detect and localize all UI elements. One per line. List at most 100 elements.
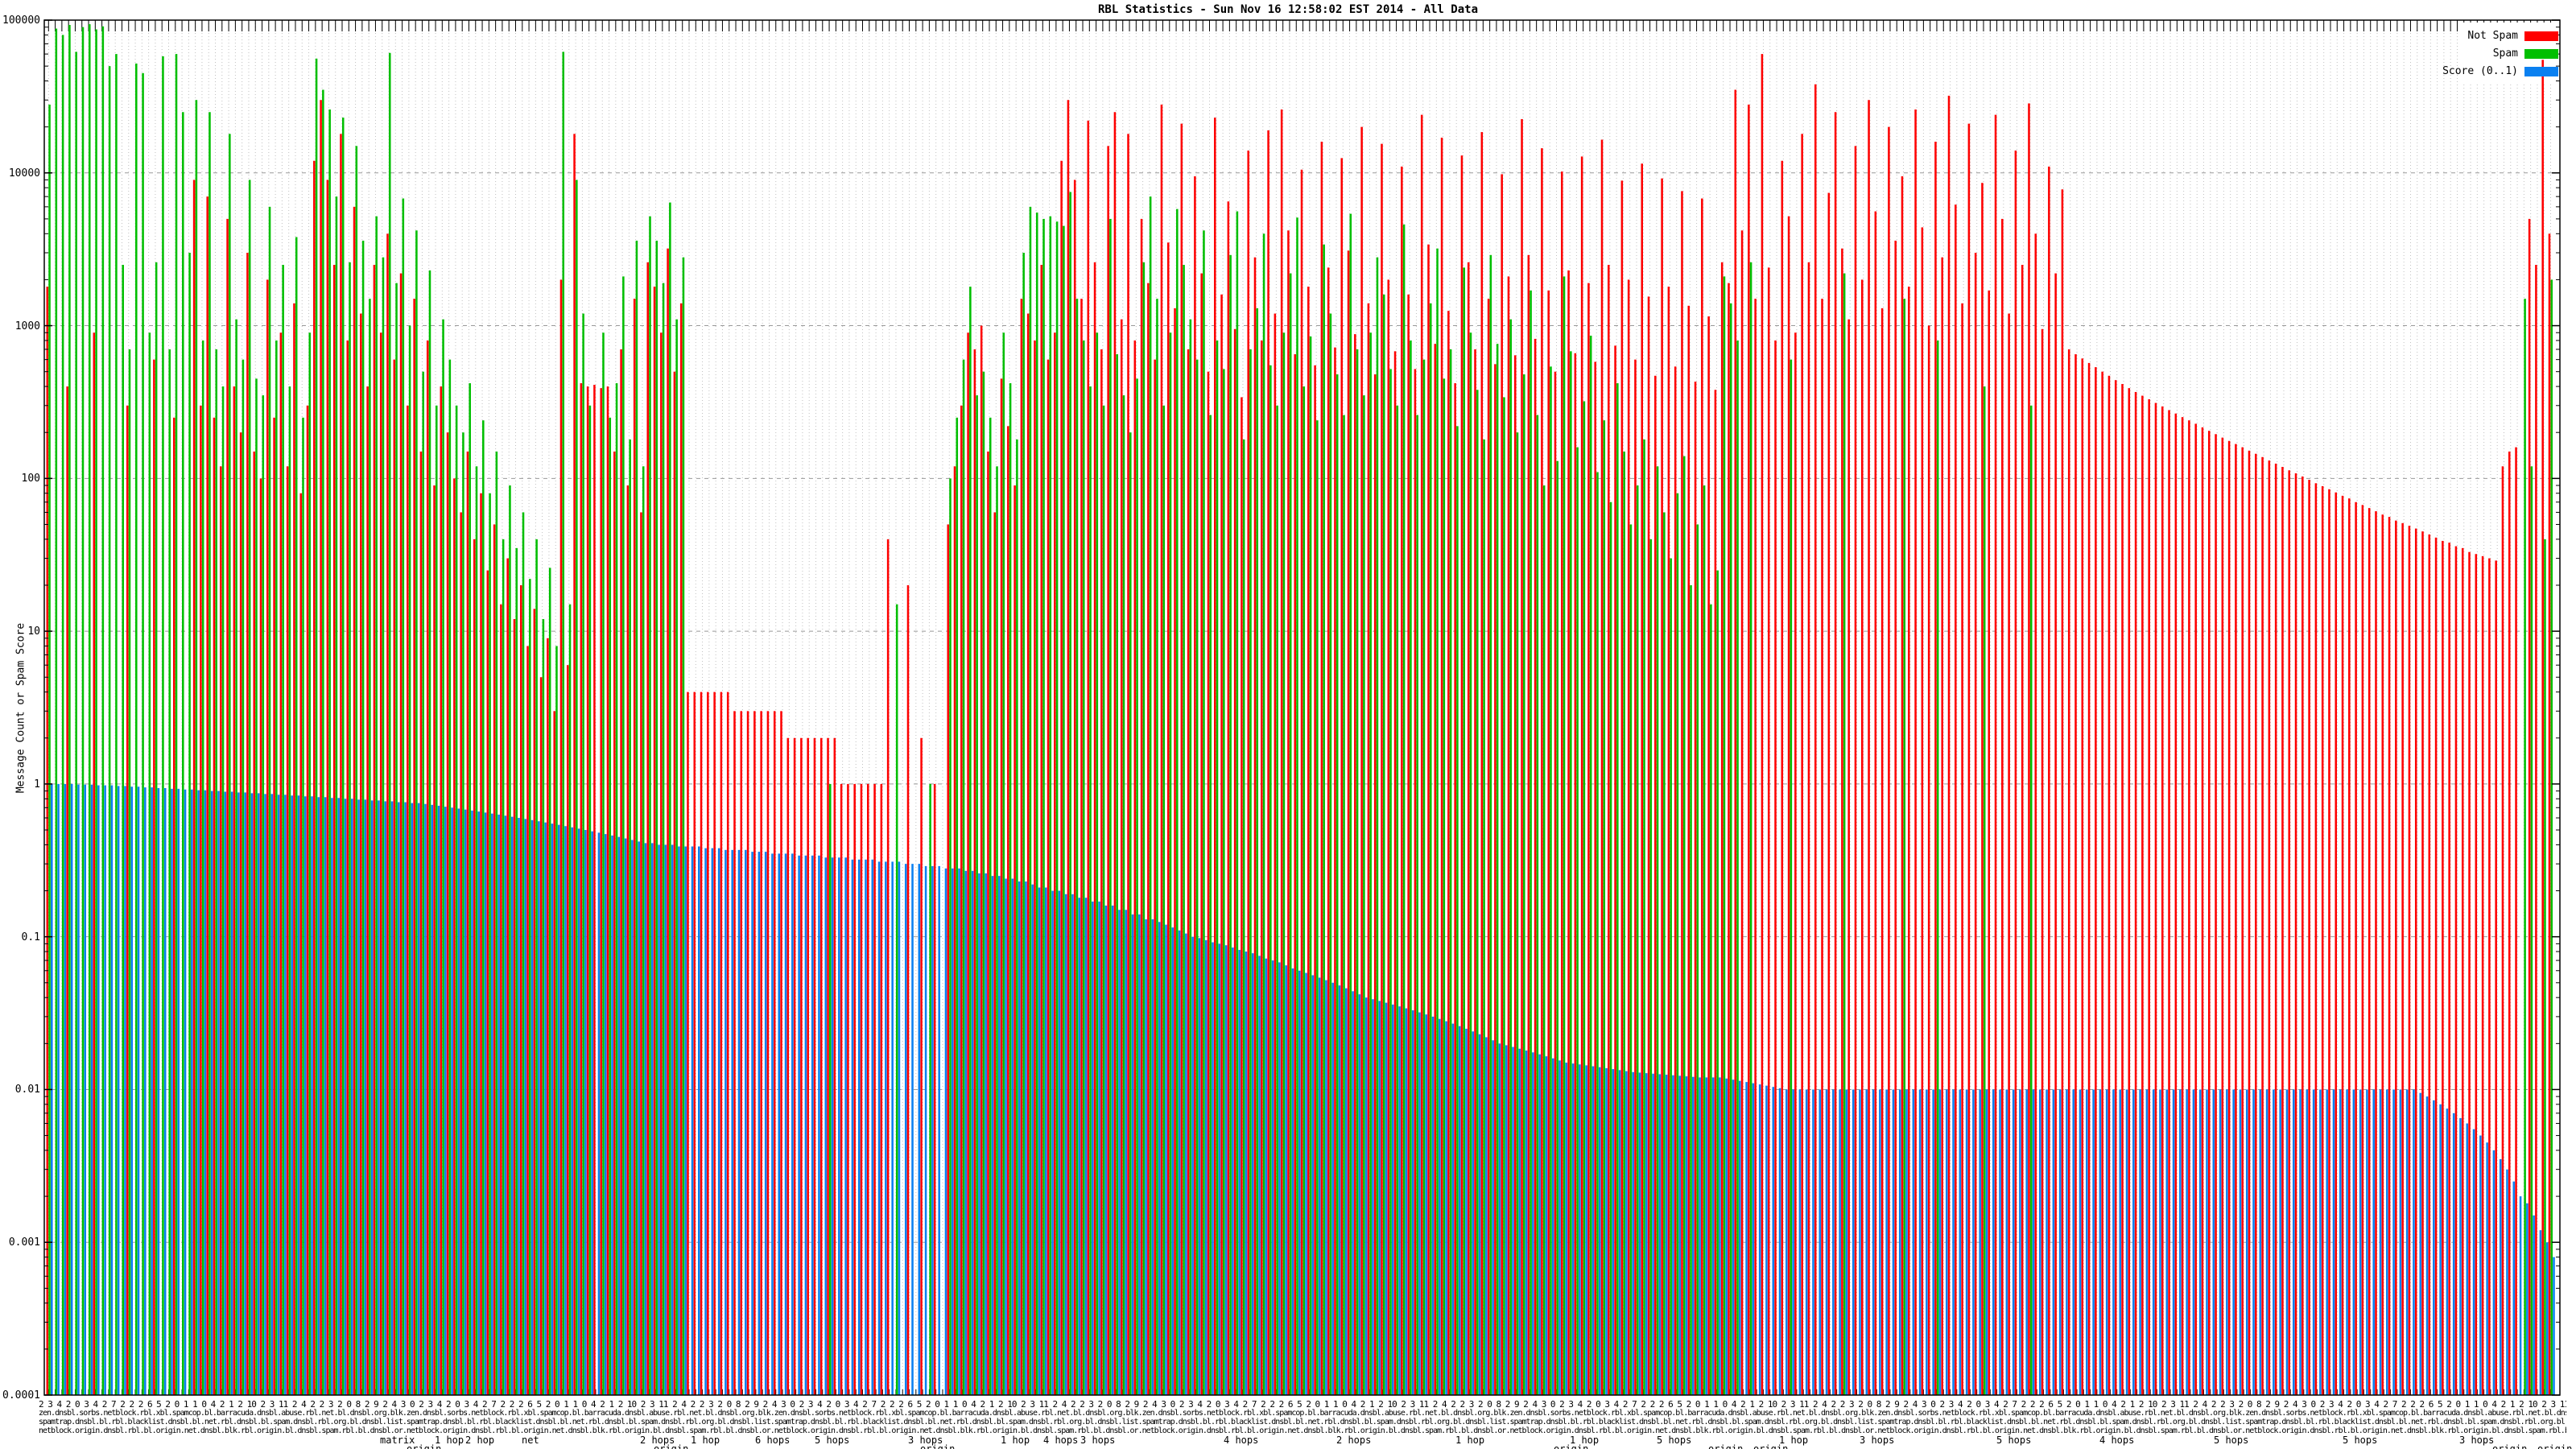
- bar-not-spam: [2468, 551, 2471, 1396]
- bar-score: [2446, 1108, 2449, 1395]
- bar-score: [2306, 1089, 2309, 1395]
- bar-not-spam: [1740, 230, 1744, 1395]
- bar-score: [70, 783, 73, 1395]
- bar-score: [1158, 922, 1161, 1395]
- bar-score: [1092, 901, 1094, 1395]
- bar-score: [818, 855, 820, 1395]
- bar-not-spam: [1460, 155, 1463, 1395]
- bar-not-spam: [1854, 146, 1857, 1396]
- bar-not-spam: [313, 160, 316, 1395]
- bar-spam: [1596, 472, 1599, 1395]
- bar-spam: [1749, 262, 1752, 1395]
- bar-spam: [48, 104, 51, 1395]
- bar-spam: [635, 240, 638, 1396]
- bar-score: [978, 873, 980, 1395]
- bar-not-spam: [2074, 354, 2077, 1395]
- bar-not-spam: [373, 265, 376, 1395]
- bar-not-spam: [853, 783, 856, 1395]
- bar-score: [2499, 1158, 2502, 1395]
- bar-not-spam: [1587, 283, 1590, 1395]
- bar-not-spam: [553, 711, 555, 1395]
- bar-not-spam: [1608, 265, 1610, 1395]
- bar-not-spam: [379, 332, 382, 1395]
- bar-spam: [1436, 248, 1439, 1396]
- bar-not-spam: [1454, 383, 1456, 1395]
- bar-score: [297, 795, 300, 1395]
- bar-spam: [669, 202, 671, 1395]
- bar-not-spam: [1767, 267, 1770, 1395]
- bar-spam: [1530, 290, 1532, 1395]
- y-axis-tick-label: 100000: [2, 14, 40, 27]
- bar-not-spam: [2128, 388, 2131, 1395]
- bar-score: [851, 859, 854, 1395]
- bar-score: [1818, 1089, 1822, 1395]
- bar-not-spam: [713, 691, 716, 1395]
- bar-spam: [95, 29, 97, 1396]
- bar-spam: [1936, 340, 1939, 1396]
- bar-score: [684, 846, 687, 1395]
- bar-not-spam: [1594, 361, 1596, 1396]
- bar-score: [2105, 1089, 2108, 1395]
- bar-score: [210, 791, 213, 1395]
- bar-score: [1972, 1089, 1975, 1395]
- bar-not-spam: [1214, 118, 1216, 1395]
- bar-not-spam: [1934, 142, 1937, 1395]
- bar-not-spam: [1287, 230, 1290, 1395]
- bar-not-spam: [947, 524, 950, 1396]
- bar-not-spam: [2041, 328, 2044, 1395]
- bar-score: [931, 865, 934, 1395]
- bar-spam: [288, 386, 291, 1396]
- bar-not-spam: [500, 604, 502, 1395]
- bar-score: [1885, 1089, 1888, 1395]
- bar-score: [1138, 914, 1141, 1395]
- bar-not-spam: [2321, 485, 2324, 1396]
- bar-spam: [602, 332, 605, 1395]
- bar-not-spam: [1921, 227, 1924, 1396]
- bar-spam: [1223, 369, 1225, 1396]
- bar-spam: [235, 319, 237, 1396]
- bar-not-spam: [2448, 543, 2450, 1395]
- bar-score: [1338, 985, 1341, 1395]
- bar-spam: [1269, 365, 1272, 1396]
- bar-score: [991, 876, 994, 1395]
- bar-spam: [1002, 332, 1005, 1395]
- bar-score: [1825, 1089, 1828, 1395]
- bar-not-spam: [840, 783, 843, 1395]
- bar-score: [2545, 1242, 2549, 1395]
- bar-not-spam: [819, 737, 823, 1395]
- bar-not-spam: [2508, 451, 2511, 1396]
- bar-score: [1492, 1040, 1494, 1395]
- bar-not-spam: [987, 451, 989, 1396]
- bar-not-spam: [586, 386, 589, 1396]
- bar-not-spam: [1387, 279, 1390, 1396]
- bar-not-spam: [1541, 148, 1543, 1395]
- bar-score: [877, 861, 881, 1395]
- bar-score: [691, 846, 694, 1395]
- bar-score: [1265, 958, 1268, 1395]
- bar-not-spam: [1834, 112, 1837, 1395]
- bar-spam: [482, 420, 485, 1396]
- bar-not-spam: [2174, 413, 2178, 1396]
- bar-score: [644, 843, 647, 1395]
- bar-not-spam: [1974, 253, 1977, 1395]
- bar-score: [117, 786, 120, 1395]
- bar-score: [2526, 1203, 2529, 1395]
- bar-spam: [148, 332, 151, 1395]
- bar-spam: [1183, 265, 1185, 1395]
- bar-spam: [609, 417, 612, 1395]
- bar-spam: [568, 604, 572, 1395]
- bar-not-spam: [2274, 463, 2277, 1396]
- bar-score: [171, 788, 173, 1395]
- bar-spam: [1402, 224, 1406, 1395]
- bar-spam: [1142, 262, 1146, 1395]
- bar-spam: [361, 240, 365, 1396]
- bar-score: [1551, 1058, 1554, 1395]
- bar-spam: [1636, 485, 1639, 1395]
- bar-score: [838, 857, 840, 1395]
- bar-score: [224, 791, 227, 1395]
- bar-score: [1965, 1089, 1968, 1395]
- bar-score: [811, 855, 814, 1395]
- bar-not-spam: [419, 451, 423, 1396]
- bar-score: [2372, 1089, 2375, 1395]
- x-axis-hop-label: 6 hops: [755, 1435, 791, 1446]
